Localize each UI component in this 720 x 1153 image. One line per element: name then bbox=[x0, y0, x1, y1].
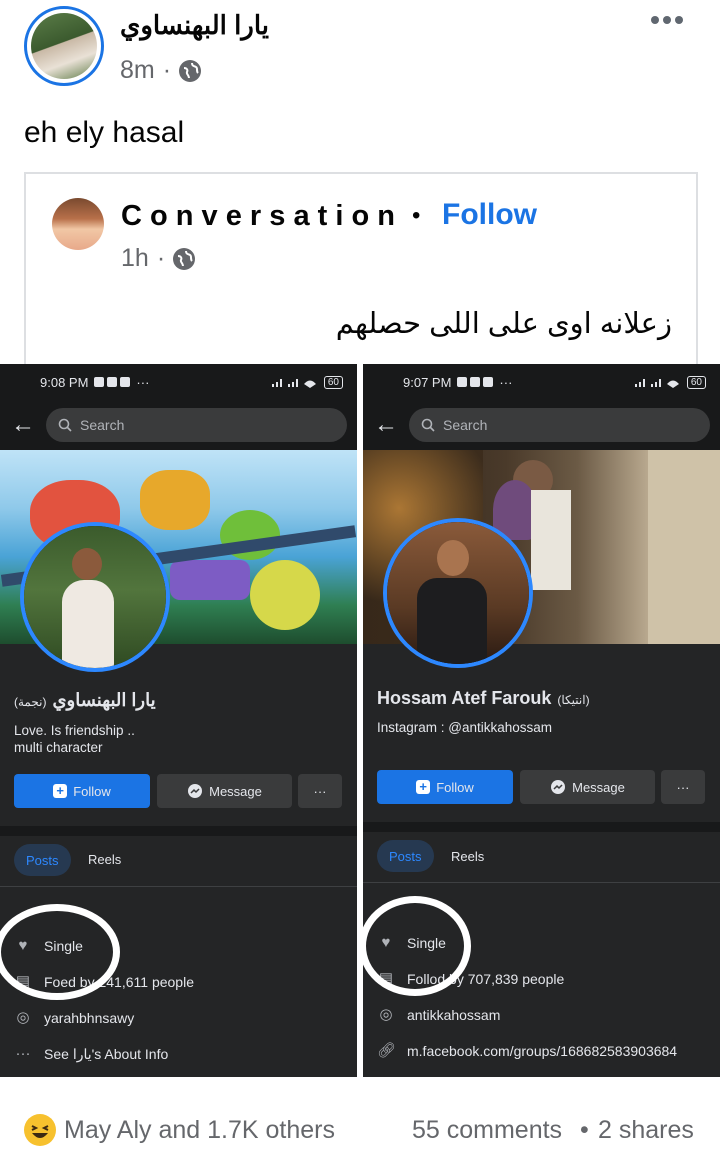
message-button[interactable]: Message bbox=[157, 774, 292, 808]
tab-posts[interactable]: Posts bbox=[377, 840, 434, 872]
status-icons bbox=[94, 377, 131, 387]
shared-avatar[interactable] bbox=[52, 198, 104, 250]
instagram-icon: ◎ bbox=[379, 1006, 393, 1023]
tabs-divider bbox=[363, 882, 720, 883]
shares-count[interactable]: 2 shares bbox=[598, 1116, 694, 1145]
profile-bio-line1: Love. Is friendship .. bbox=[14, 723, 135, 738]
post-footer: May Aly and 1.7K others 55 comments • 2 … bbox=[0, 1100, 720, 1146]
shared-separator: • bbox=[412, 202, 421, 229]
shared-meta: 1h · bbox=[121, 244, 196, 273]
status-time: 9:07 PM bbox=[403, 374, 452, 390]
status-bar: 9:07 PM ··· 60 bbox=[363, 364, 720, 400]
search-input[interactable]: Search bbox=[46, 408, 347, 442]
instagram-row[interactable]: ◎ yarahbhnsawy bbox=[14, 1009, 134, 1027]
add-friend-icon: + bbox=[53, 784, 68, 798]
haha-reaction-icon bbox=[24, 1114, 56, 1146]
shared-author[interactable]: C o n v e r s a t i o n bbox=[121, 200, 395, 233]
back-arrow-icon[interactable]: ← bbox=[373, 411, 399, 439]
post-meta: 8m · bbox=[120, 56, 202, 85]
messenger-icon bbox=[551, 780, 566, 794]
shared-text: زعلانه اوى على اللى حصلهم bbox=[335, 308, 672, 340]
status-time: 9:08 PM bbox=[40, 374, 89, 390]
profile-picture[interactable] bbox=[383, 518, 533, 668]
footer-separator: • bbox=[580, 1116, 589, 1144]
status-icons bbox=[457, 377, 494, 387]
shared-post-card[interactable]: C o n v e r s a t i o n • Follow 1h · زع… bbox=[24, 172, 698, 369]
tab-reels[interactable]: Reels bbox=[451, 849, 484, 864]
shared-time[interactable]: 1h bbox=[121, 244, 149, 273]
post-menu-icon[interactable] bbox=[648, 6, 688, 34]
post-time[interactable]: 8m bbox=[120, 56, 155, 85]
author-name[interactable]: يارا البهنساوي bbox=[120, 10, 290, 41]
back-arrow-icon[interactable]: ← bbox=[10, 411, 36, 439]
search-icon bbox=[58, 418, 72, 432]
follow-button[interactable]: + Follow bbox=[14, 774, 150, 808]
profile-nickname: (نجمة) bbox=[14, 695, 47, 709]
tab-posts[interactable]: Posts bbox=[14, 844, 71, 876]
instagram-row[interactable]: ◎ antikkahossam bbox=[377, 1006, 500, 1024]
signal-icons: 60 bbox=[633, 375, 706, 389]
reactions-summary[interactable]: May Aly and 1.7K others bbox=[64, 1116, 335, 1145]
profile-picture[interactable] bbox=[20, 522, 170, 672]
profile-name: Hossam Atef Farouk bbox=[377, 688, 552, 708]
more-button[interactable]: ··· bbox=[661, 770, 705, 804]
highlight-circle bbox=[363, 896, 471, 996]
comments-count[interactable]: 55 comments bbox=[412, 1116, 562, 1145]
about-info-row[interactable]: ··· See يارا's About Info bbox=[14, 1045, 169, 1063]
instagram-icon: ◎ bbox=[16, 1009, 30, 1026]
shared-follow-link[interactable]: Follow bbox=[442, 198, 537, 232]
profile-nickname: (انتيكا) bbox=[557, 693, 590, 707]
add-friend-icon: + bbox=[416, 780, 431, 794]
more-button[interactable]: ··· bbox=[298, 774, 342, 808]
section-divider bbox=[363, 822, 720, 832]
profile-name-row: يارا البهنساوي (نجمة) bbox=[14, 690, 156, 711]
signal-icons: 60 bbox=[270, 375, 343, 389]
tabs-divider bbox=[0, 886, 357, 887]
profile-name: يارا البهنساوي bbox=[52, 690, 156, 710]
search-input[interactable]: Search bbox=[409, 408, 710, 442]
right-profile-screenshot: 9:07 PM ··· 60 ← Search Hossam Atef Faro… bbox=[363, 364, 720, 1077]
link-row[interactable]: 🔗︎ m.facebook.com/groups/168682583903684 bbox=[377, 1042, 677, 1060]
post-text: eh ely hasal bbox=[24, 116, 185, 149]
follow-button[interactable]: + Follow bbox=[377, 770, 513, 804]
profile-name-row: Hossam Atef Farouk (انتيكا) bbox=[377, 688, 590, 709]
battery-icon: 60 bbox=[686, 375, 706, 389]
message-button[interactable]: Message bbox=[520, 770, 655, 804]
messenger-icon bbox=[188, 784, 203, 798]
left-profile-screenshot: 9:08 PM ··· 60 ← Search يارا البهنساوي (… bbox=[0, 364, 357, 1077]
globe-icon bbox=[173, 247, 196, 270]
search-icon bbox=[421, 418, 435, 432]
profile-bio-line2: multi character bbox=[14, 740, 103, 755]
tab-reels[interactable]: Reels bbox=[88, 852, 121, 867]
battery-icon: 60 bbox=[323, 375, 343, 389]
section-divider bbox=[0, 826, 357, 836]
status-bar: 9:08 PM ··· 60 bbox=[0, 364, 357, 400]
globe-icon bbox=[179, 59, 202, 82]
ellipsis-icon: ··· bbox=[15, 1045, 31, 1062]
profile-bio-line1: Instagram : @antikkahossam bbox=[377, 720, 553, 735]
link-icon: 🔗︎ bbox=[377, 1042, 397, 1059]
author-avatar[interactable] bbox=[24, 6, 104, 86]
